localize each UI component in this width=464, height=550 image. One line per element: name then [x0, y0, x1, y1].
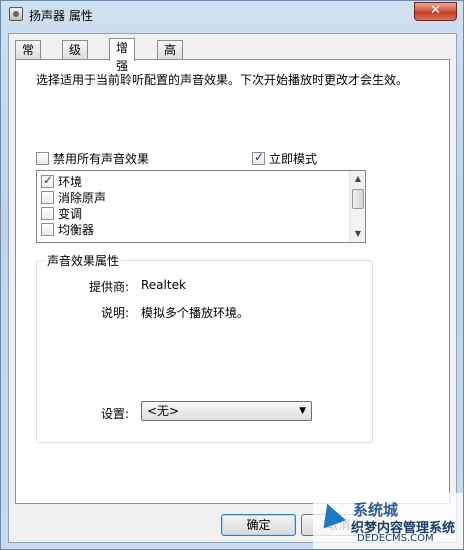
- effect-checkbox[interactable]: [41, 190, 54, 204]
- effect-checkbox[interactable]: [41, 222, 54, 236]
- properties-window: 扬声器 属性 ✕ 常规 级别 增强 高级 选择适用于当前聆听配置的声音效果。下次…: [0, 0, 464, 550]
- chevron-down-icon[interactable]: ▼: [299, 402, 306, 420]
- scroll-up-icon[interactable]: ▲: [350, 171, 365, 187]
- tab-levels[interactable]: 级别: [62, 40, 89, 75]
- provider-label: 提供商:: [88, 280, 129, 294]
- enhancements-panel: 选择适用于当前聆听配置的声音效果。下次开始播放时更改才会生效。 禁用所有声音效果…: [15, 59, 450, 504]
- watermark-text-3: DEDECMS.COM: [357, 533, 434, 544]
- description-value: 模拟多个播放环境。: [141, 306, 250, 320]
- setting-label: 设置:: [100, 407, 129, 421]
- effect-label: 均衡器: [58, 222, 95, 237]
- effect-label: 消除原声: [58, 190, 107, 205]
- scroll-thumb[interactable]: [352, 189, 364, 209]
- effect-properties-group: 声音效果属性 提供商: Realtek 说明: 模拟多个播放环境。 设置: <无…: [36, 252, 373, 443]
- group-title: 声音效果属性: [45, 252, 122, 269]
- ok-button[interactable]: 确定: [221, 514, 296, 536]
- title-bar[interactable]: 扬声器 属性 ✕: [1, 1, 463, 29]
- tab-enhancements[interactable]: 增强: [109, 38, 136, 73]
- list-item[interactable]: 变调: [41, 205, 82, 221]
- list-item[interactable]: 消除原声: [41, 189, 106, 205]
- window-title: 扬声器 属性: [29, 9, 93, 23]
- effect-label: 环境: [58, 174, 83, 189]
- enhancements-description: 选择适用于当前聆听配置的声音效果。下次开始播放时更改才会生效。: [36, 73, 409, 87]
- speaker-icon: [9, 7, 23, 21]
- effect-checkbox[interactable]: [41, 206, 54, 220]
- description-label: 说明:: [100, 306, 129, 320]
- disable-all-label: 禁用所有声音效果: [53, 152, 150, 166]
- close-button[interactable]: ✕: [414, 2, 457, 21]
- setting-select-value: <无>: [147, 404, 180, 418]
- immediate-mode-label: 立即模式: [269, 152, 318, 166]
- effect-checkbox[interactable]: [41, 173, 54, 188]
- watermark-overlay: 系统城 织梦内容管理系统 DEDECMS.COM: [313, 493, 463, 549]
- watermark-logo-icon: [315, 499, 347, 529]
- immediate-mode-checkbox[interactable]: 立即模式: [252, 150, 317, 167]
- immediate-mode-checkbox-box[interactable]: [252, 150, 265, 165]
- dialog-client: 常规 级别 增强 高级 选择适用于当前聆听配置的声音效果。下次开始播放时更改才会…: [8, 33, 457, 543]
- tab-advanced[interactable]: 高级: [157, 40, 184, 75]
- listbox-scrollbar[interactable]: ▲ ▼: [349, 171, 365, 242]
- scroll-down-icon[interactable]: ▼: [350, 226, 365, 242]
- provider-value: Realtek: [141, 278, 186, 292]
- effect-label: 变调: [58, 206, 83, 221]
- disable-all-effects-checkbox[interactable]: 禁用所有声音效果: [36, 150, 149, 167]
- disable-all-checkbox-box[interactable]: [36, 152, 49, 165]
- setting-select[interactable]: <无> ▼: [141, 401, 312, 421]
- effects-listbox[interactable]: 环境 消除原声 变调 均衡器 ▲ ▼: [36, 170, 366, 243]
- list-item[interactable]: 均衡器: [41, 221, 94, 237]
- tab-general[interactable]: 常规: [15, 40, 42, 75]
- list-item[interactable]: 环境: [41, 173, 82, 189]
